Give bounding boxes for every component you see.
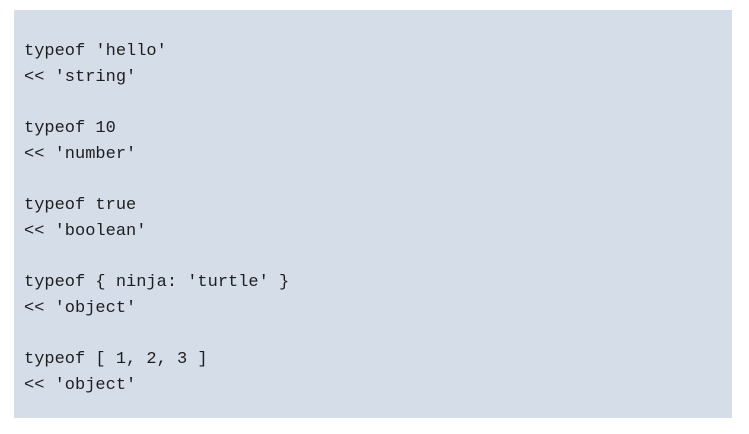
code-example-typeof-boolean: typeof true << 'boolean' bbox=[24, 193, 732, 245]
code-input-line: typeof 10 bbox=[24, 119, 116, 138]
code-example-typeof-array: typeof [ 1, 2, 3 ] << 'object' bbox=[24, 347, 732, 399]
code-output-line: << 'string' bbox=[24, 68, 137, 87]
code-listing: typeof 'hello' << 'string' typeof 10 << … bbox=[14, 10, 732, 418]
code-input-line: typeof { ninja: 'turtle' } bbox=[24, 273, 290, 292]
code-input-line: typeof [ 1, 2, 3 ] bbox=[24, 350, 208, 369]
code-example-typeof-number: typeof 10 << 'number' bbox=[24, 116, 732, 168]
code-output-line: << 'object' bbox=[24, 299, 137, 318]
code-output-line: << 'object' bbox=[24, 376, 137, 395]
code-output-line: << 'boolean' bbox=[24, 222, 147, 241]
code-example-typeof-object-literal: typeof { ninja: 'turtle' } << 'object' bbox=[24, 270, 732, 322]
code-input-line: typeof true bbox=[24, 196, 137, 215]
code-output-line: << 'number' bbox=[24, 145, 137, 164]
code-input-line: typeof 'hello' bbox=[24, 42, 167, 61]
code-example-typeof-string: typeof 'hello' << 'string' bbox=[24, 39, 732, 91]
